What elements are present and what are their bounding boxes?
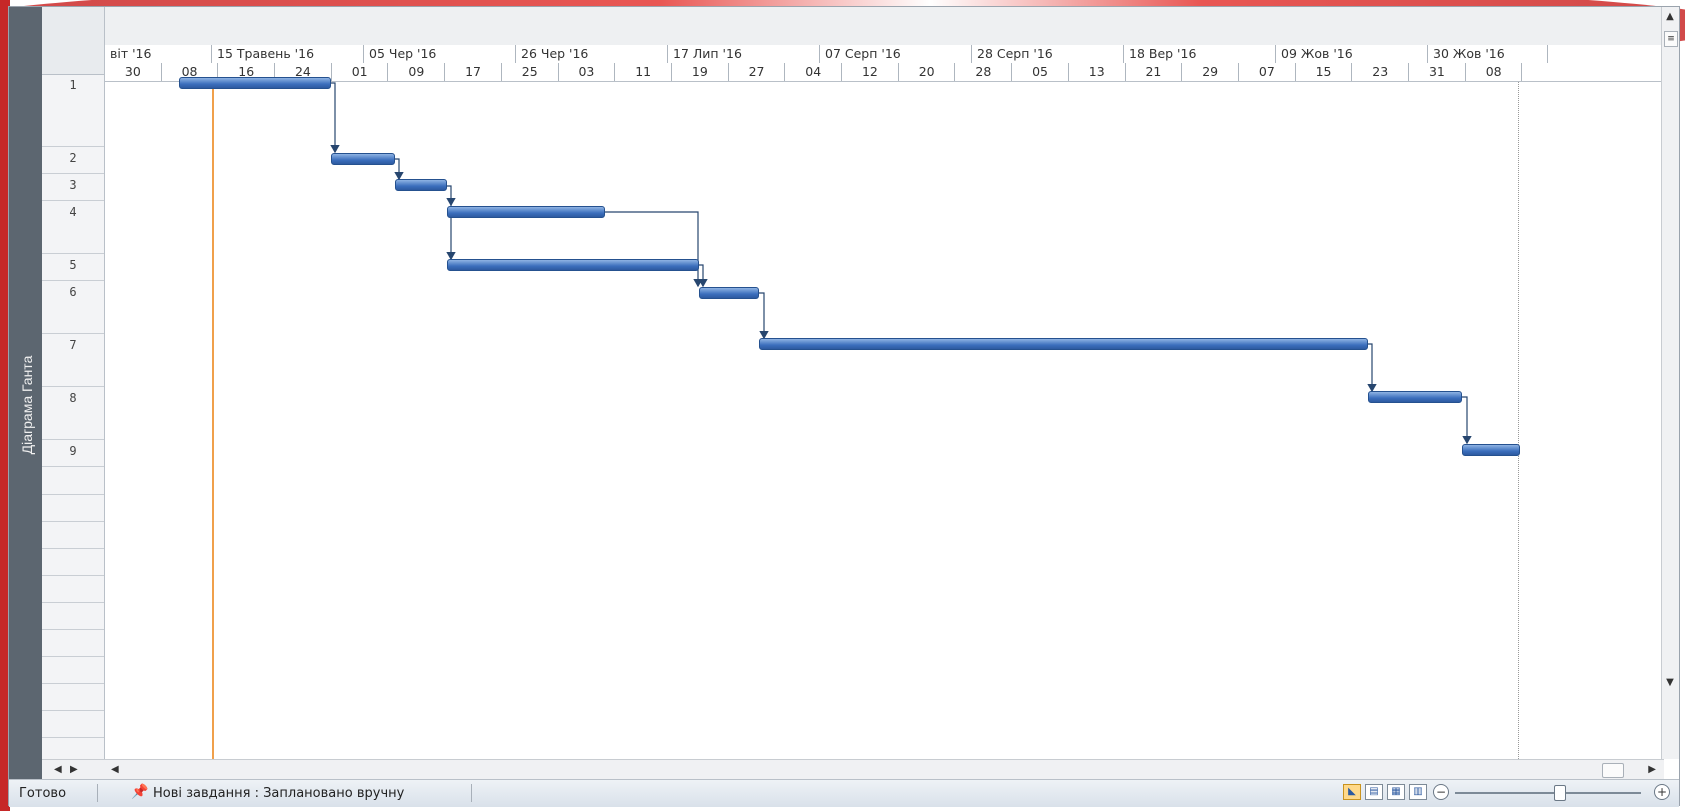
row-header-4[interactable]: 4: [42, 201, 104, 254]
task-bar-5[interactable]: [447, 259, 699, 271]
table-horizontal-scrollbar[interactable]: ◀ ▶: [42, 759, 105, 780]
empty-row-line: [42, 602, 104, 603]
gantt-view-icon[interactable]: ◣: [1343, 784, 1361, 800]
dependency-links: [329, 82, 1472, 445]
link-7-8: [1367, 343, 1377, 393]
row-header-8[interactable]: 8: [42, 387, 104, 440]
scroll-thumb[interactable]: ≡: [1664, 31, 1678, 47]
scroll-right-arrow-icon[interactable]: ▶: [70, 764, 78, 775]
empty-row-line: [42, 521, 104, 522]
task-bar-2[interactable]: [331, 153, 395, 165]
task-bar-8[interactable]: [1368, 391, 1462, 403]
empty-row-line: [42, 710, 104, 711]
empty-row-line: [42, 737, 104, 738]
zoom-in-icon[interactable]: +: [1654, 784, 1670, 800]
link-6-7: [758, 292, 769, 340]
link-4-6: [604, 211, 703, 288]
empty-row-line: [42, 683, 104, 684]
gantt-chart-area[interactable]: віт '16 15 Травень '16 05 Чер '16 26 Чер…: [105, 7, 1665, 759]
project-window: Діаграма Ганта 1 2 3 4 5 6 7 8 9 віт '16…: [8, 6, 1680, 807]
scroll-right-arrow-icon[interactable]: ▶: [1648, 764, 1656, 775]
scroll-up-arrow-icon[interactable]: ▲: [1664, 11, 1676, 22]
pin-icon: 📌: [131, 784, 149, 800]
zoom-out-icon[interactable]: −: [1433, 784, 1449, 800]
task-bar-9[interactable]: [1462, 444, 1520, 456]
empty-row-line: [42, 548, 104, 549]
row-header-3[interactable]: 3: [42, 174, 104, 201]
empty-row-line: [42, 629, 104, 630]
empty-row-line: [42, 494, 104, 495]
zoom-slider-thumb[interactable]: [1554, 785, 1566, 801]
task-usage-icon[interactable]: ▤: [1365, 784, 1383, 800]
row-header-2[interactable]: 2: [42, 147, 104, 174]
status-separator: [471, 784, 472, 802]
scroll-thumb[interactable]: [1602, 763, 1624, 778]
task-bar-3[interactable]: [395, 179, 447, 191]
row-header-column: 1 2 3 4 5 6 7 8 9: [42, 7, 105, 759]
view-bar[interactable]: Діаграма Ганта: [9, 7, 42, 787]
chart-horizontal-scrollbar[interactable]: ◀ ▶: [105, 759, 1664, 780]
empty-row-line: [42, 575, 104, 576]
select-all-corner[interactable]: [42, 7, 104, 75]
status-ready-text: Готово: [19, 786, 67, 801]
team-planner-icon[interactable]: ▦: [1387, 784, 1405, 800]
status-bar: Готово 📌 Нові завдання : Заплановано вру…: [9, 779, 1679, 807]
row-header-1[interactable]: 1: [42, 74, 104, 147]
scroll-down-arrow-icon[interactable]: ▼: [1664, 677, 1676, 688]
task-bar-6[interactable]: [699, 287, 759, 299]
new-tasks-mode[interactable]: Нові завдання : Заплановано вручну: [153, 786, 404, 801]
vertical-scrollbar[interactable]: ▲ ≡ ▼: [1661, 7, 1679, 759]
view-bar-label: Діаграма Ганта: [19, 355, 35, 455]
zoom-slider[interactable]: [1455, 792, 1641, 794]
scroll-left-arrow-icon[interactable]: ◀: [111, 764, 119, 775]
task-bar-4[interactable]: [447, 206, 605, 218]
link-1-2: [329, 82, 340, 154]
task-bar-1[interactable]: [179, 77, 331, 89]
row-header-7[interactable]: 7: [42, 334, 104, 387]
empty-row-line: [42, 656, 104, 657]
link-8-9: [1461, 396, 1472, 445]
task-bar-7[interactable]: [759, 338, 1368, 350]
status-separator: [97, 784, 98, 802]
resource-sheet-icon[interactable]: ▥: [1409, 784, 1427, 800]
row-header-6[interactable]: 6: [42, 281, 104, 334]
row-header-9[interactable]: 9: [42, 440, 104, 467]
scroll-left-arrow-icon[interactable]: ◀: [54, 764, 62, 775]
row-header-5[interactable]: 5: [42, 254, 104, 281]
